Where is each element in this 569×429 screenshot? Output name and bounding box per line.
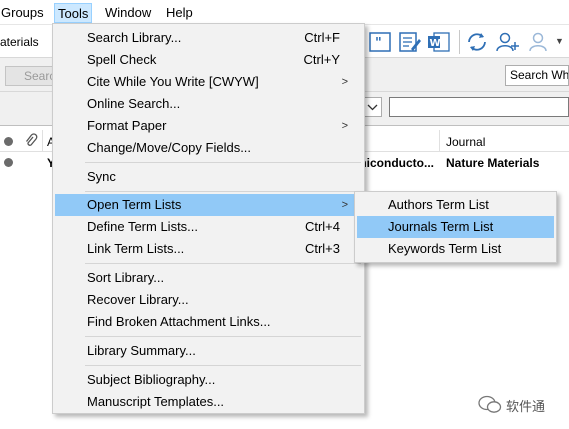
watermark: 软件通 [478,393,568,417]
menu-item-label: Online Search... [87,96,181,111]
menu-item-sync[interactable]: Sync [55,166,362,188]
menu-bar: Groups Tools Window Help [0,0,569,25]
word-document-icon[interactable]: W [426,29,452,55]
menu-separator [85,365,361,366]
menu-window[interactable]: Window [102,3,154,23]
read-status-icon[interactable] [4,137,13,146]
menu-item-label: Define Term Lists... [87,219,199,234]
svg-text:": " [375,36,382,51]
search-button[interactable]: Search [5,66,55,86]
wechat-icon [478,395,502,413]
menu-item-shortcut: Ctrl+3 [304,241,340,256]
menu-item-label: Cite While You Write [CWYW] [87,74,259,89]
submenu-arrow-icon: > [341,120,348,132]
search-whole-library-box[interactable]: Search Who [505,65,569,86]
menu-item-label: Sort Library... [87,270,165,285]
menu-tools[interactable]: Tools [54,3,93,23]
edit-document-icon[interactable] [397,29,423,55]
menu-separator [85,263,361,264]
menu-item-label: Open Term Lists [87,197,182,212]
menu-item-label: Sync [87,169,116,184]
unread-dot-icon [4,158,13,167]
menu-item-label: Keywords Term List [388,241,502,256]
menu-item-label: Library Summary... [87,343,196,358]
menu-item-label: Authors Term List [388,197,489,212]
menu-groups[interactable]: Groups [0,3,47,23]
menu-item-manuscript-templates[interactable]: Manuscript Templates... [55,391,362,413]
share-user-icon[interactable] [526,29,552,55]
menu-item-label: Search Library... [87,30,182,45]
menu-separator [85,191,361,192]
menu-item-spell-check[interactable]: Spell Check Ctrl+Y [55,49,362,71]
svg-text:W: W [430,38,441,49]
menu-item-label: Link Term Lists... [87,241,185,256]
menu-item-link-term-lists[interactable]: Link Term Lists... Ctrl+3 [55,238,362,260]
menu-item-sort-library[interactable]: Sort Library... [55,267,362,289]
menu-item-label: Subject Bibliography... [87,372,216,387]
menu-item-search-library[interactable]: Search Library... Ctrl+F [55,27,362,49]
paperclip-icon[interactable] [24,133,38,149]
submenu-arrow-icon: > [341,76,348,88]
menu-item-format-paper[interactable]: Format Paper > [55,115,362,137]
chevron-down-icon[interactable]: ▼ [555,36,564,46]
menu-item-subject-bibliography[interactable]: Subject Bibliography... [55,369,362,391]
menu-item-label: Change/Move/Copy Fields... [87,140,252,155]
submenu-item-authors-term-list[interactable]: Authors Term List [357,194,554,216]
search-text-input[interactable] [389,97,569,117]
menu-item-define-term-lists[interactable]: Define Term Lists... Ctrl+4 [55,216,362,238]
menu-item-change-move-copy-fields[interactable]: Change/Move/Copy Fields... [55,137,362,159]
menu-item-shortcut: Ctrl+F [304,30,340,45]
menu-item-label: Manuscript Templates... [87,394,225,409]
tools-menu: Search Library... Ctrl+F Spell Check Ctr… [52,23,365,414]
menu-item-cite-while-you-write[interactable]: Cite While You Write [CWYW] > [55,71,362,93]
menu-item-find-broken-attachment-links[interactable]: Find Broken Attachment Links... [55,311,362,333]
term-lists-submenu: Authors Term List Journals Term List Key… [354,191,557,263]
menu-item-shortcut: Ctrl+Y [303,52,340,67]
add-user-icon[interactable] [494,29,520,55]
column-divider[interactable] [42,130,43,152]
menu-item-library-summary[interactable]: Library Summary... [55,340,362,362]
watermark-text: 软件通 [506,399,546,414]
submenu-arrow-icon: > [341,199,348,211]
menu-item-label: Find Broken Attachment Links... [87,314,271,329]
menu-separator [85,336,361,337]
menu-separator [85,162,361,163]
menu-item-label: Format Paper [87,118,167,133]
menu-item-online-search[interactable]: Online Search... [55,93,362,115]
toolbar-separator [459,30,460,54]
quote-icon[interactable]: " [368,29,394,55]
column-divider[interactable] [439,130,440,152]
menu-item-shortcut: Ctrl+4 [304,219,340,234]
row-title-fragment: miconducto... [356,156,434,170]
menu-item-label: Spell Check [87,52,157,67]
menu-item-open-term-lists[interactable]: Open Term Lists > [55,194,362,216]
menu-item-recover-library[interactable]: Recover Library... [55,289,362,311]
journal-column-header[interactable]: Journal [446,135,485,149]
menu-help[interactable]: Help [163,3,196,23]
chevron-down-icon [367,104,378,111]
sync-icon[interactable] [464,29,490,55]
toolbar-library-label: aterials [0,35,39,49]
menu-item-label: Journals Term List [388,219,494,234]
menu-item-label: Recover Library... [87,292,189,307]
field-dropdown[interactable] [363,97,382,117]
row-journal: Nature Materials [446,156,540,170]
submenu-item-keywords-term-list[interactable]: Keywords Term List [357,238,554,260]
submenu-item-journals-term-list[interactable]: Journals Term List [357,216,554,238]
